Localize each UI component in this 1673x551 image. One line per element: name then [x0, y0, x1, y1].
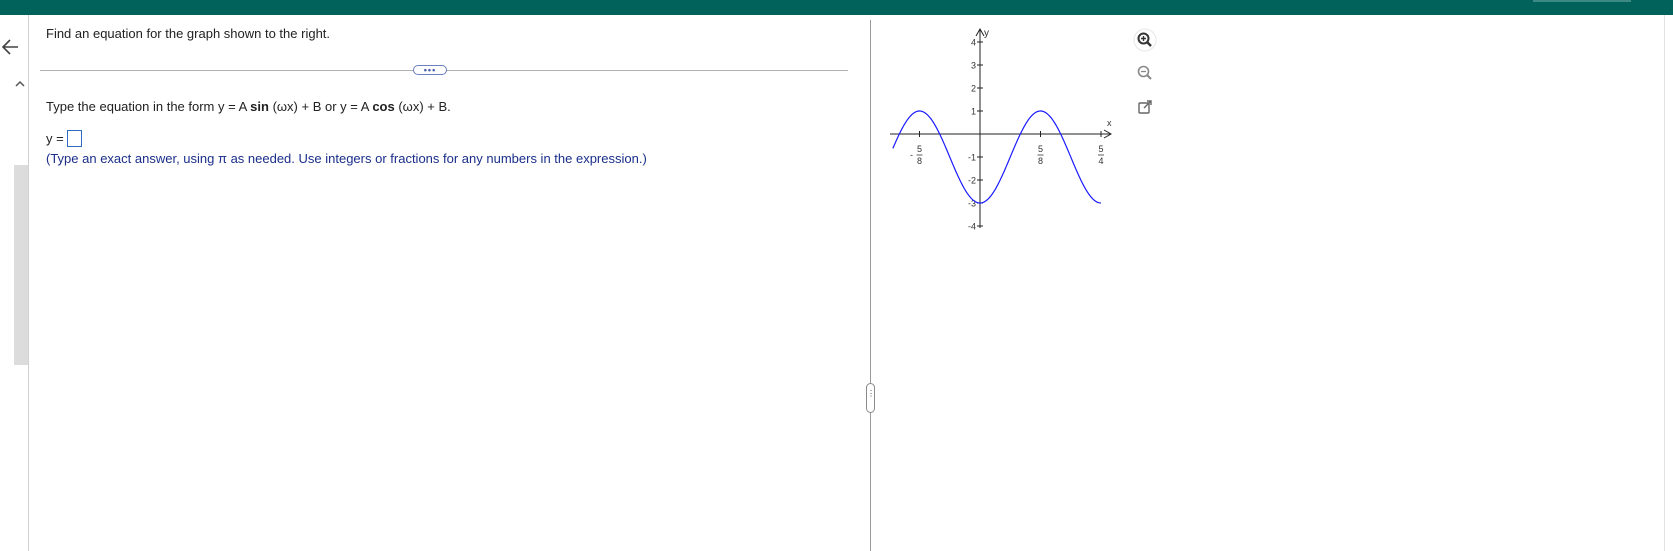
x-tick-denominator: 4 — [1098, 156, 1103, 166]
x-axis-label: x — [1107, 118, 1112, 128]
function-graph: xy 4321-1-2-3-458-5854 — [890, 27, 1113, 232]
y-tick-label: -4 — [968, 222, 976, 232]
x-tick-numerator: 5 — [917, 144, 922, 154]
zoom-in-button[interactable] — [1133, 28, 1157, 52]
y-tick-label: 4 — [971, 38, 976, 48]
popout-button[interactable] — [1133, 95, 1157, 119]
answer-label: y = — [46, 131, 64, 146]
question-prompt: Find an equation for the graph shown to … — [46, 26, 331, 41]
y-tick-label: 1 — [971, 107, 976, 117]
x-tick-numerator: 5 — [1038, 144, 1043, 154]
x-tick-sign: - — [910, 150, 913, 160]
y-tick-label: -2 — [968, 176, 976, 186]
y-tick-label: -1 — [968, 153, 976, 163]
panel-splitter — [870, 20, 871, 551]
x-tick-denominator: 8 — [917, 156, 922, 166]
expand-more-button[interactable]: ••• — [413, 65, 447, 75]
instruction-suffix: (ωx) + B. — [394, 99, 451, 114]
instruction-cos: cos — [372, 99, 395, 114]
top-header-bar — [0, 0, 1673, 15]
instruction-mid: (ωx) + B or y = A — [268, 99, 373, 114]
arrow-left-icon[interactable] — [0, 36, 22, 58]
answer-hint: (Type an exact answer, using π as needed… — [46, 151, 647, 166]
x-tick-numerator: 5 — [1098, 144, 1103, 154]
instruction-text: Type the equation in the form y = A sin … — [46, 99, 451, 114]
chevron-up-icon[interactable] — [13, 78, 27, 90]
y-tick-label: 2 — [971, 84, 976, 94]
zoom-out-button[interactable] — [1133, 61, 1157, 85]
y-tick-label: -3 — [968, 199, 976, 209]
x-tick-denominator: 8 — [1038, 156, 1043, 166]
external-link-icon — [1138, 100, 1152, 114]
y-tick-label: 3 — [971, 61, 976, 71]
y-axis-label: y — [984, 28, 989, 39]
instruction-sin: sin — [250, 99, 269, 114]
answer-input[interactable] — [66, 130, 82, 147]
answer-row: y = — [46, 130, 82, 147]
splitter-handle[interactable]: ⋮ — [866, 383, 875, 413]
header-tab-indicator — [1533, 0, 1631, 2]
scrollbar-thumb[interactable] — [14, 165, 28, 365]
left-panel-border — [28, 15, 29, 551]
right-edge — [1664, 15, 1665, 551]
instruction-prefix: Type the equation in the form y = A — [46, 99, 251, 114]
zoom-out-icon — [1137, 65, 1152, 80]
cosine-curve — [892, 110, 1102, 204]
zoom-in-icon — [1133, 28, 1157, 52]
